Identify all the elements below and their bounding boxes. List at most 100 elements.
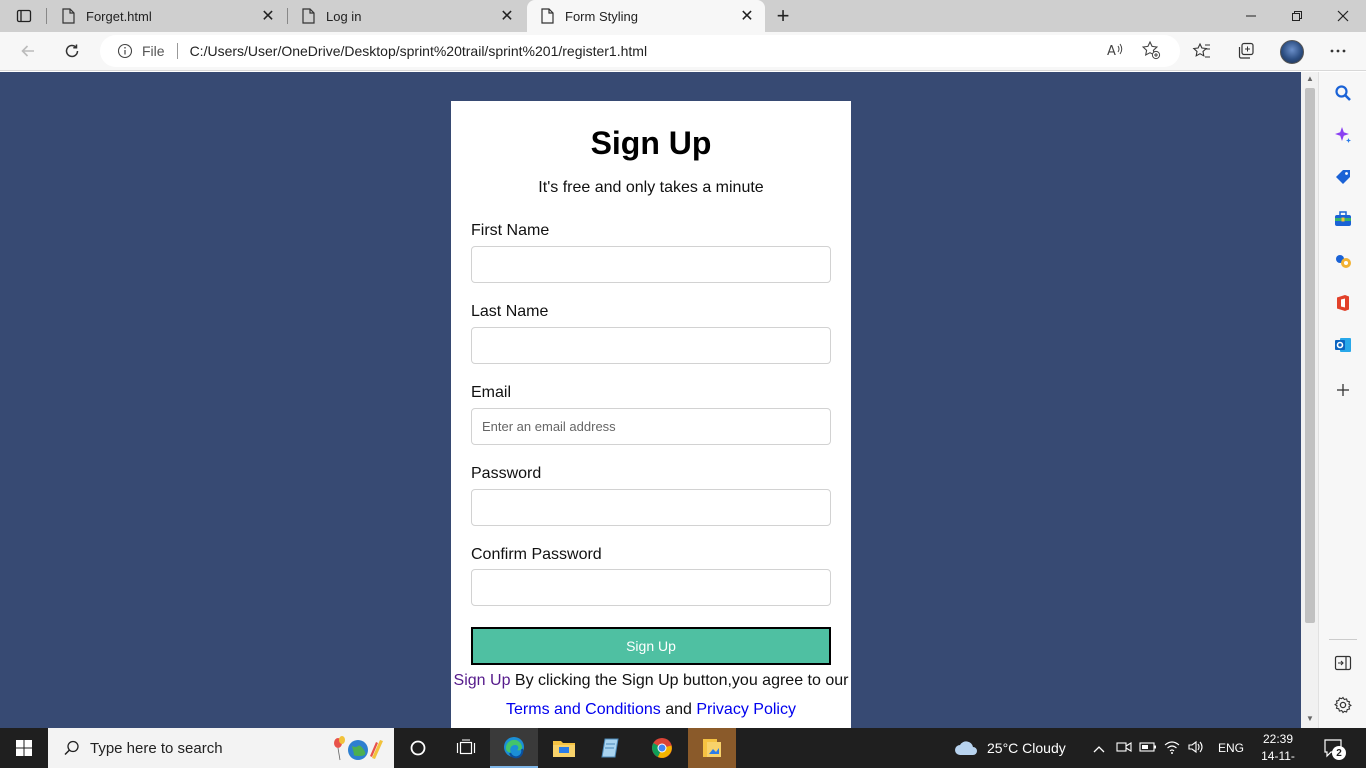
sign-up-button[interactable]: Sign Up (471, 627, 831, 665)
scroll-thumb[interactable] (1305, 88, 1315, 623)
page-viewport: Sign Up It's free and only takes a minut… (0, 72, 1301, 728)
close-icon[interactable]: ✕ (495, 4, 519, 28)
plus-icon: + (776, 3, 790, 28)
meet-now-icon[interactable] (1112, 740, 1136, 757)
weather-text: 25°C Cloudy (987, 740, 1066, 756)
tab-title: Form Styling (565, 8, 638, 24)
scheme-label: File (142, 43, 165, 59)
search-highlight-icon[interactable] (326, 734, 386, 762)
privacy-link[interactable]: Privacy Policy (696, 701, 796, 718)
outlook-icon[interactable] (1331, 333, 1355, 357)
chrome-app[interactable] (638, 728, 686, 768)
tab-actions-icon (16, 9, 32, 23)
weather-widget[interactable]: 25°C Cloudy (954, 728, 1066, 768)
close-icon[interactable]: ✕ (735, 4, 759, 28)
office-icon[interactable] (1331, 291, 1355, 315)
address-divider (176, 43, 178, 59)
chevron-up-icon[interactable] (1090, 740, 1108, 756)
new-tab-button[interactable]: + (770, 3, 796, 28)
last-name-input[interactable] (471, 327, 831, 364)
minimize-icon (1246, 15, 1256, 17)
read-aloud-icon[interactable]: A (1105, 40, 1125, 60)
email-input[interactable] (471, 408, 831, 445)
windows-taskbar: Type here to search 25°C Cloudy ENG 22:3… (0, 728, 1366, 768)
url-text[interactable]: C:/Users/User/OneDrive/Desktop/sprint%20… (190, 43, 1180, 59)
form-title: Sign Up (590, 125, 712, 161)
start-button[interactable] (0, 728, 48, 768)
clock-time: 22:39 (1262, 732, 1294, 746)
settings-gear-icon[interactable] (1331, 693, 1355, 717)
file-explorer-app[interactable] (540, 728, 588, 768)
shopping-tag-icon[interactable] (1331, 165, 1355, 189)
sidebar-divider (1329, 639, 1357, 640)
scroll-down-icon[interactable]: ▼ (1305, 714, 1315, 724)
confirm-password-label: Confirm Password (471, 546, 602, 563)
games-icon[interactable] (1331, 249, 1355, 273)
file-icon (539, 8, 555, 24)
sign-up-link[interactable]: Sign Up (454, 672, 511, 689)
first-name-label: First Name (471, 222, 550, 239)
edge-sidebar (1318, 72, 1366, 728)
cortana-button[interactable] (394, 728, 442, 768)
more-options-icon[interactable] (1324, 37, 1352, 65)
terms-text-part: and (660, 701, 697, 718)
task-view-button[interactable] (442, 728, 490, 768)
add-favorite-icon[interactable] (1141, 40, 1161, 60)
password-input[interactable] (471, 489, 831, 526)
edge-taskbar-app[interactable] (490, 728, 538, 768)
close-icon[interactable]: ✕ (256, 4, 280, 28)
tab-separator (46, 8, 47, 24)
wifi-icon[interactable] (1160, 740, 1184, 757)
profile-avatar[interactable] (1280, 40, 1304, 64)
language-indicator[interactable]: ENG (1218, 741, 1244, 755)
refresh-button[interactable] (57, 36, 87, 66)
hide-sidebar-icon[interactable] (1331, 651, 1355, 675)
scroll-up-icon[interactable]: ▲ (1305, 74, 1315, 84)
browser-tab-strip: Forget.html ✕ Log in ✕ Form Styling ✕ + (0, 0, 1366, 32)
notepad-icon (601, 738, 619, 758)
collections-icon[interactable] (1232, 37, 1260, 65)
tab-login[interactable]: Log in ✕ (288, 0, 525, 32)
tab-title: Log in (326, 8, 362, 24)
search-icon[interactable] (1331, 81, 1355, 105)
tab-form-styling[interactable]: Form Styling ✕ (527, 0, 765, 32)
page-scrollbar[interactable]: ▲ ▼ (1301, 72, 1318, 728)
windows-logo-icon (16, 740, 32, 756)
back-button[interactable] (13, 36, 43, 66)
sticky-app[interactable] (688, 728, 736, 768)
file-icon (300, 8, 316, 24)
password-label: Password (471, 465, 542, 482)
tools-icon[interactable] (1331, 207, 1355, 231)
folder-icon (553, 741, 575, 757)
terms-text-part: By clicking the Sign Up button,you agree… (510, 672, 849, 689)
volume-icon[interactable] (1184, 740, 1208, 757)
terms-link[interactable]: Terms and Conditions (506, 701, 661, 718)
restore-button[interactable] (1274, 0, 1320, 32)
notification-center-button[interactable]: 2 (1322, 736, 1346, 760)
tab-actions-button[interactable] (8, 4, 40, 28)
confirm-password-input[interactable] (471, 569, 831, 606)
battery-icon[interactable] (1136, 740, 1160, 756)
taskbar-search-box[interactable]: Type here to search (48, 728, 394, 768)
tab-forget[interactable]: Forget.html ✕ (48, 0, 286, 32)
close-window-button[interactable] (1320, 0, 1366, 32)
signup-form-card: Sign Up It's free and only takes a minut… (451, 101, 851, 728)
browser-toolbar: File C:/Users/User/OneDrive/Desktop/spri… (0, 32, 1366, 71)
cloud-icon (955, 741, 977, 755)
minimize-button[interactable] (1228, 0, 1274, 32)
add-icon[interactable] (1331, 378, 1355, 402)
discover-icon[interactable] (1331, 123, 1355, 147)
task-view-icon (456, 739, 476, 755)
restore-icon (1292, 11, 1302, 21)
clock-date: 14-11-2022 (1261, 749, 1295, 768)
cortana-icon (410, 740, 426, 756)
favorites-icon[interactable] (1188, 37, 1216, 65)
search-placeholder: Type here to search (90, 739, 223, 757)
address-bar[interactable]: File C:/Users/User/OneDrive/Desktop/spri… (100, 35, 1180, 67)
svg-text:A: A (1107, 44, 1116, 59)
notepad-app[interactable] (588, 728, 636, 768)
taskbar-clock[interactable]: 22:39 14-11-2022 (1248, 731, 1308, 768)
first-name-input[interactable] (471, 246, 831, 283)
info-icon[interactable] (116, 42, 134, 60)
close-icon (1337, 10, 1349, 22)
